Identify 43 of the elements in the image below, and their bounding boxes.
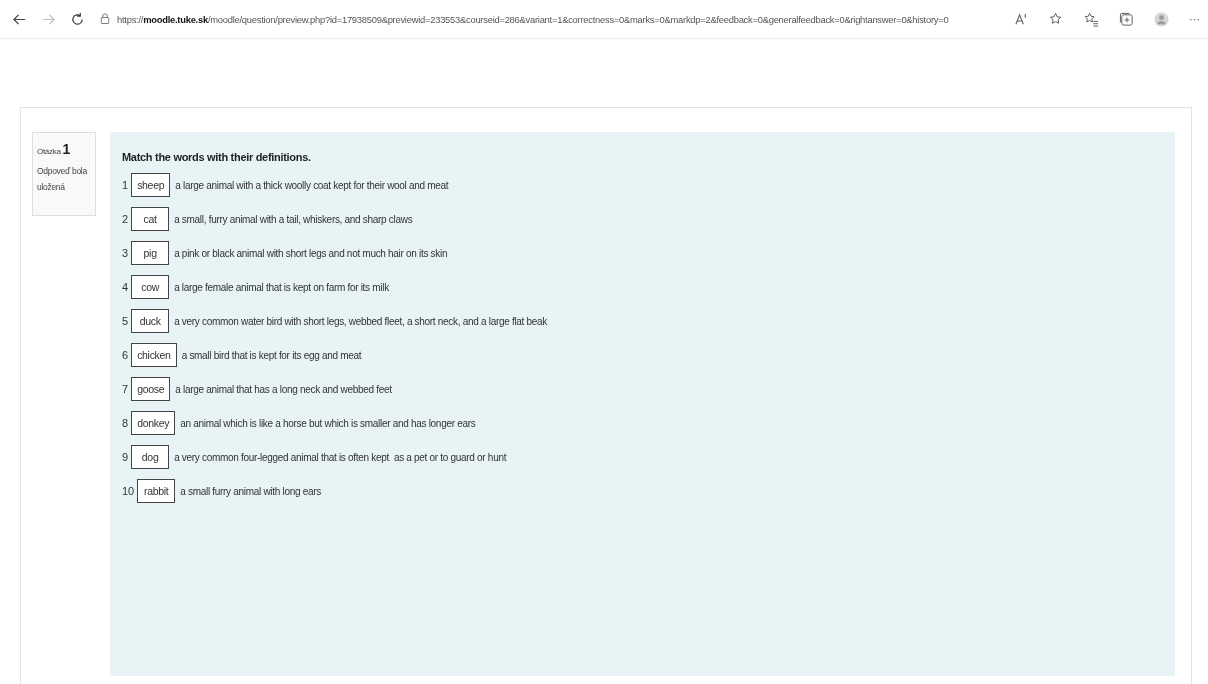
answer-box[interactable]: cow: [131, 275, 170, 299]
definition-text: an animal which is like a horse but which is smaller and has longer ears: [180, 417, 476, 429]
definition-text: a small bird that is kept for its egg and meat: [181, 349, 362, 361]
definition-text: a pink or black animal with short legs and not much hair on its skin: [174, 247, 448, 259]
item-number: 3: [122, 247, 129, 259]
definition-text: a small, furry animal with a tail, whiskers, and sharp claws: [174, 213, 413, 225]
definition-text: a large animal that has a long neck and webbed feet: [175, 383, 392, 395]
item-number: 9: [122, 451, 129, 463]
profile-icon[interactable]: [1154, 11, 1169, 27]
item-number: 2: [122, 213, 129, 225]
answer-box[interactable]: dog: [131, 445, 170, 469]
definition-text: a very common four-legged animal that is often kept as a pet or to guard or hunt: [174, 451, 507, 463]
question-label: Otázka: [37, 147, 61, 156]
collections-icon[interactable]: [1119, 11, 1134, 27]
address-bar[interactable]: https://moodle.tuke.sk/moodle/question/preview.php?id=17938509&previewid=233553&courseid=286&variant=1&correctness=0&marks=0&markdp=2&feedback=0&generalfeedback=0&rightanswer=0&history=0: [117, 13, 949, 25]
item-number: 1: [122, 179, 129, 191]
answer-box[interactable]: donkey: [131, 411, 176, 435]
more-menu[interactable]: ···: [1189, 13, 1200, 25]
item-number: 6: [122, 349, 129, 361]
favorites-icon[interactable]: [1084, 11, 1099, 27]
read-aloud-icon[interactable]: [1014, 11, 1029, 27]
question-status: Odpoveď bola uložená: [37, 165, 88, 194]
item-number: 8: [122, 417, 129, 429]
answer-box[interactable]: cat: [131, 207, 170, 231]
definition-text: a small furry animal with long ears: [180, 485, 321, 497]
answer-box[interactable]: goose: [131, 377, 171, 401]
definition-text: a large animal with a thick woolly coat kept for their wool and meat: [175, 179, 449, 191]
answer-box[interactable]: rabbit: [137, 479, 176, 503]
answer-box[interactable]: chicken: [131, 343, 177, 367]
answer-box[interactable]: sheep: [131, 173, 171, 197]
lock-icon[interactable]: [99, 13, 111, 25]
answer-box[interactable]: duck: [131, 309, 170, 333]
definition-text: a large female animal that is kept on farm for its milk: [174, 281, 389, 293]
star-icon[interactable]: [1049, 11, 1064, 27]
item-number: 4: [122, 281, 129, 293]
question-prompt: Match the words with their definitions.: [122, 151, 311, 163]
answer-box[interactable]: pig: [131, 241, 170, 265]
item-number: 5: [122, 315, 129, 327]
item-number: 10: [122, 485, 135, 497]
item-number: 7: [122, 383, 129, 395]
refresh-icon[interactable]: [70, 11, 85, 27]
question-number: 1: [62, 141, 71, 157]
definition-text: a very common water bird with short legs, webbed fleet, a short neck, and a large flat beak: [174, 315, 548, 327]
